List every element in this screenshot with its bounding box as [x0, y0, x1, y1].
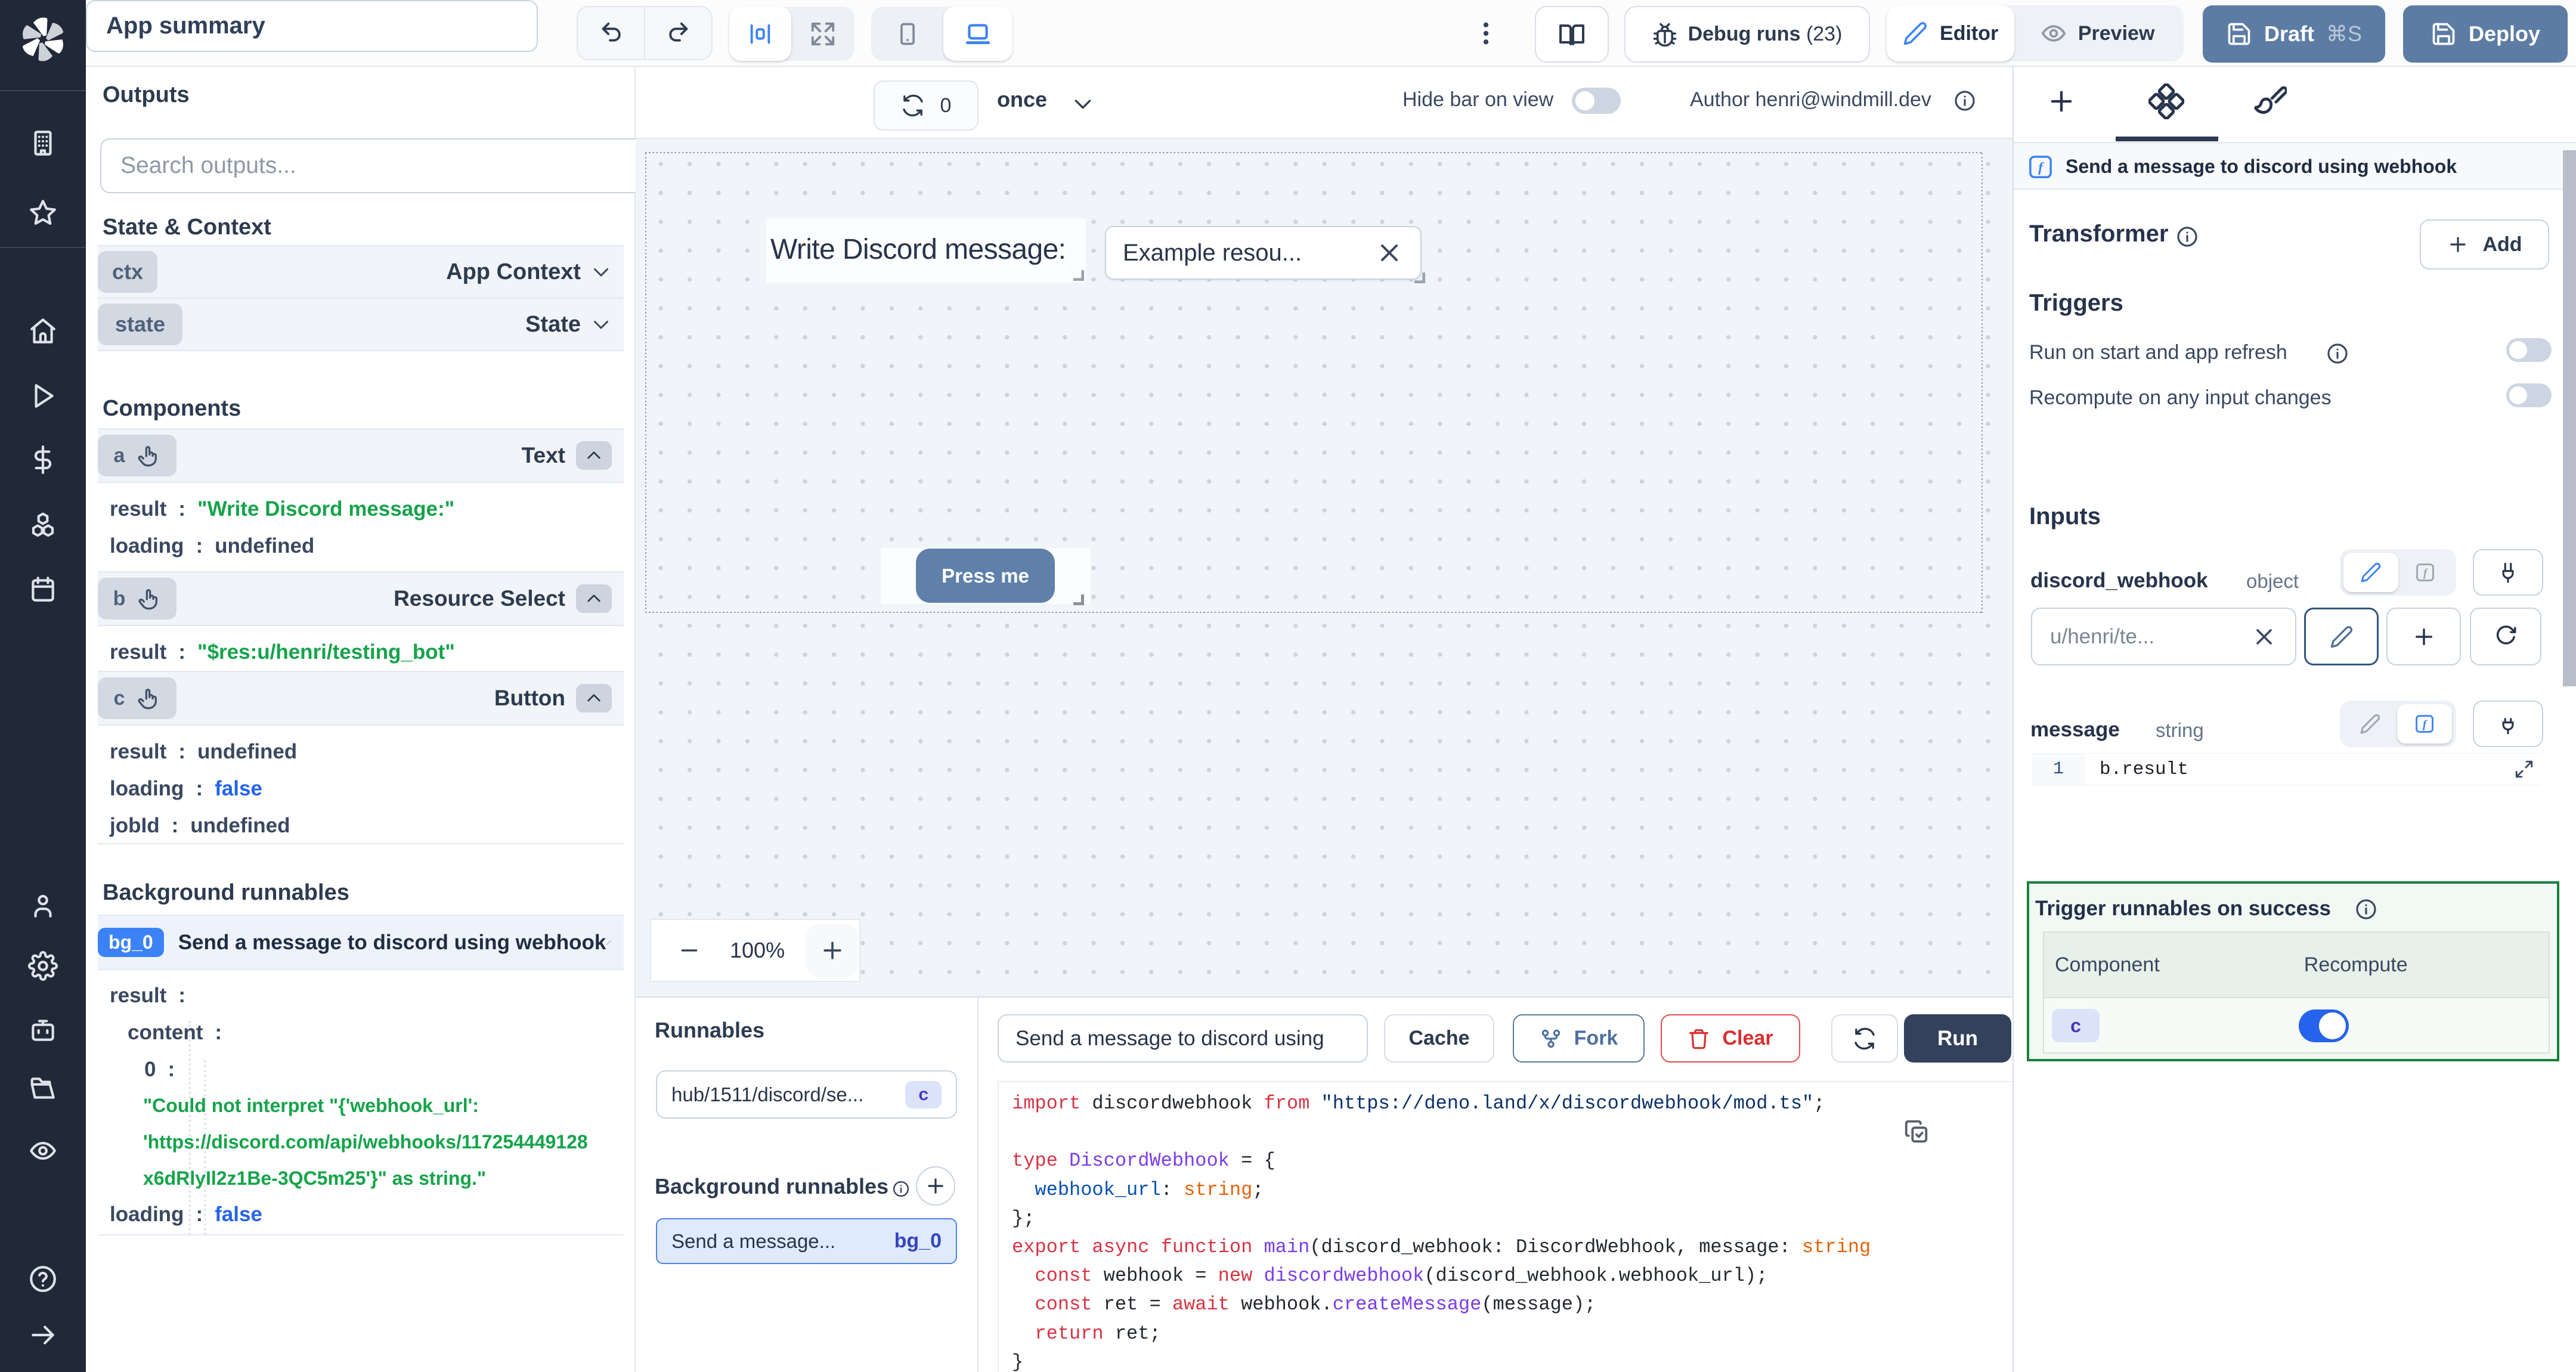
svg-text:f: f [2423, 567, 2428, 580]
svg-text:f: f [2038, 160, 2044, 175]
svg-text:f: f [2423, 718, 2428, 731]
